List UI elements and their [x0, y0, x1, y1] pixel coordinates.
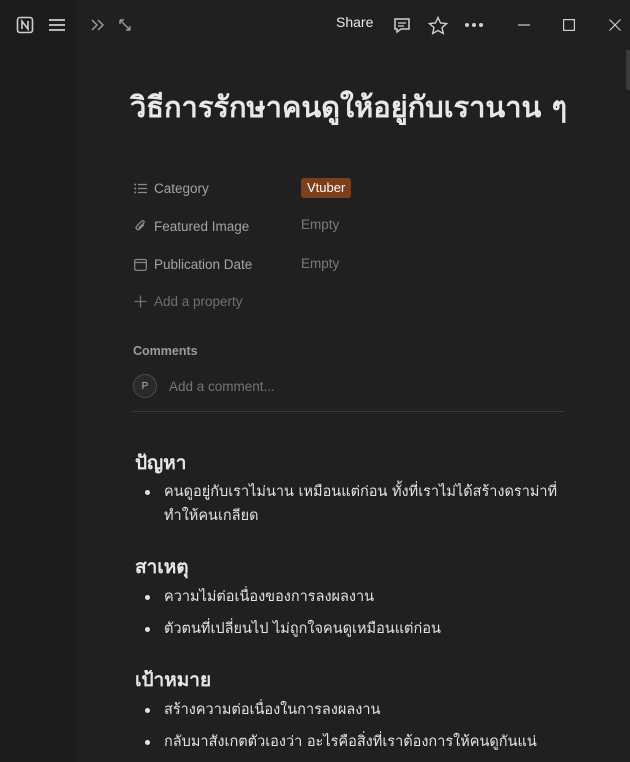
- category-tag[interactable]: Vtuber: [301, 178, 352, 198]
- list-item[interactable]: คนดูอยู่กับเราไม่นาน เหมือนแต่ก่อน ทั้งท…: [145, 480, 565, 528]
- bullet-icon: [145, 490, 150, 495]
- bullet-icon: [145, 595, 150, 600]
- comments-title: Comments: [133, 344, 198, 358]
- bullet-icon: [145, 740, 150, 745]
- property-publication-date[interactable]: Publication Date: [133, 252, 252, 276]
- close-icon[interactable]: [603, 13, 627, 37]
- avatar: P: [133, 374, 157, 398]
- maximize-icon[interactable]: [557, 13, 581, 37]
- plus-icon: [133, 294, 147, 308]
- menu-icon[interactable]: [45, 13, 69, 37]
- calendar-icon: [133, 257, 147, 271]
- heading-problem[interactable]: ปัญหา: [135, 448, 186, 478]
- more-options-icon[interactable]: [462, 13, 486, 37]
- property-label: Featured Image: [154, 218, 250, 234]
- star-icon[interactable]: [426, 13, 450, 37]
- list-item[interactable]: สร้างความต่อเนื่องในการลงผลงาน: [145, 698, 565, 722]
- add-property-label: Add a property: [154, 293, 243, 309]
- list-item[interactable]: กลับมาสังเกตตัวเองว่า อะไรคือสิ่งที่เราต…: [145, 730, 565, 754]
- comment-input[interactable]: [167, 377, 371, 395]
- list-icon: [133, 181, 147, 195]
- bullet-icon: [145, 627, 150, 632]
- heading-cause[interactable]: สาเหตุ: [135, 552, 189, 582]
- property-label: Category: [154, 180, 209, 196]
- share-button[interactable]: Share: [336, 14, 373, 30]
- page-title[interactable]: วิธีการรักษาคนดูให้อยู่กับเรานาน ๆ: [130, 86, 570, 128]
- comment-row: P: [133, 374, 371, 398]
- property-label: Publication Date: [154, 256, 253, 272]
- list-item[interactable]: ความไม่ต่อเนื่องของการลงผลงาน: [145, 585, 565, 609]
- fullscreen-icon[interactable]: [113, 13, 137, 37]
- publication-date-value[interactable]: Empty: [301, 256, 339, 271]
- comment-icon[interactable]: [390, 13, 414, 37]
- add-property-button[interactable]: Add a property: [133, 289, 243, 313]
- featured-image-value[interactable]: Empty: [301, 217, 339, 232]
- expand-sidebar-icon[interactable]: [86, 13, 110, 37]
- notion-logo-icon[interactable]: [13, 13, 37, 37]
- property-featured-image[interactable]: Featured Image: [133, 214, 249, 238]
- list-item[interactable]: ตัวตนที่เปลี่ยนไป ไม่ถูกใจคนดูเหมือนแต่ก…: [145, 617, 565, 641]
- paperclip-icon: [133, 219, 147, 233]
- sidebar-strip: [0, 0, 76, 762]
- heading-goal[interactable]: เป้าหมาย: [135, 665, 211, 695]
- property-category[interactable]: Category: [133, 176, 209, 200]
- scrollbar[interactable]: [626, 50, 630, 90]
- bullet-icon: [145, 708, 150, 713]
- divider: [133, 411, 564, 412]
- minimize-icon[interactable]: [512, 13, 536, 37]
- topbar: Share: [0, 0, 630, 50]
